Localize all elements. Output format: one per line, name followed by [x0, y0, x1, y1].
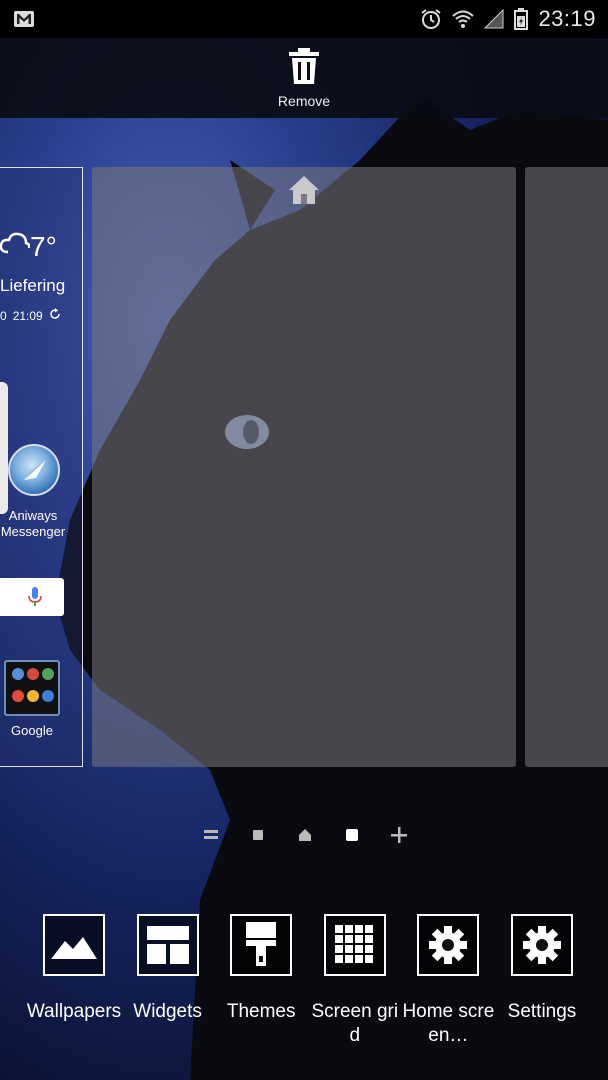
weather-city: Liefering — [0, 276, 66, 295]
folder-app-dot — [12, 668, 24, 680]
status-bar: 23:19 — [0, 0, 608, 38]
folder-app-dot — [42, 668, 54, 680]
settings-option[interactable]: Settings — [496, 914, 588, 1054]
wallpapers-option[interactable]: Wallpapers — [26, 914, 122, 1054]
home-screen-label: Home screen… — [402, 1001, 495, 1046]
home-icon[interactable] — [287, 174, 321, 206]
battery-icon — [514, 8, 529, 30]
folder-app-dot — [12, 689, 24, 702]
grid-icon — [323, 914, 386, 976]
home-options-bar: Wallpapers Widgets Themes Screen grid Ho… — [26, 914, 588, 1054]
folder-app-dot — [27, 668, 39, 680]
home-page-preview-right[interactable] — [525, 167, 608, 767]
widgets-label: Widgets — [133, 1001, 202, 1022]
settings-label: Settings — [507, 1001, 577, 1022]
aniways-app-label: Aniways Messenger — [0, 508, 66, 540]
page-dot[interactable] — [247, 824, 269, 846]
widgets-option[interactable]: Widgets — [122, 914, 214, 1054]
app-label-line2: Messenger — [0, 524, 66, 539]
mic-icon[interactable] — [28, 587, 42, 612]
widget-edge — [0, 382, 8, 514]
cloud-icon — [0, 230, 31, 263]
home-page-preview-center[interactable] — [92, 167, 516, 767]
gear-icon — [417, 914, 480, 976]
themes-option[interactable]: Themes — [215, 914, 307, 1054]
app-label-line1: Aniways — [8, 508, 58, 523]
remove-label: Remove — [277, 92, 331, 109]
google-folder-label: Google — [11, 723, 53, 738]
wallpapers-label: Wallpapers — [26, 1001, 122, 1022]
weather-updated: 0 21:09 — [0, 308, 61, 323]
page-dot-active[interactable] — [341, 824, 363, 846]
weather-update-time: 21:09 — [12, 308, 43, 323]
gear-icon — [510, 914, 573, 976]
wifi-icon — [452, 9, 475, 29]
aniways-app-icon[interactable] — [8, 444, 60, 496]
trash-icon — [288, 47, 320, 89]
folder-app-dot — [42, 689, 54, 702]
home-dot-icon[interactable] — [294, 824, 316, 846]
google-search-bar[interactable] — [0, 578, 64, 616]
lines-icon[interactable] — [200, 824, 222, 846]
google-folder-icon[interactable] — [4, 660, 60, 716]
image-icon — [43, 914, 105, 976]
home-screen-option[interactable]: Home screen… — [402, 914, 494, 1054]
screen-grid-label: Screen grid — [311, 1001, 399, 1046]
screen-grid-option[interactable]: Screen grid — [309, 914, 401, 1054]
home-page-preview-left[interactable]: 7° Liefering 0 21:09 Aniways Messenger G… — [0, 167, 83, 767]
themes-label: Themes — [226, 1001, 296, 1022]
refresh-icon[interactable] — [49, 308, 61, 323]
widgets-icon — [136, 914, 199, 976]
folder-app-dot — [27, 689, 39, 702]
paint-brush-icon — [230, 914, 293, 976]
alarm-icon — [420, 8, 442, 30]
weather-date-fragment: 0 — [0, 308, 7, 323]
gmail-icon — [14, 11, 34, 27]
clock: 23:19 — [538, 6, 596, 31]
weather-temp: 7° — [30, 230, 57, 262]
remove-target[interactable]: Remove — [0, 38, 608, 118]
page-indicator — [200, 822, 410, 848]
plus-icon[interactable] — [388, 824, 410, 846]
weather-widget[interactable]: 7° — [0, 230, 57, 263]
signal-icon — [484, 9, 504, 29]
